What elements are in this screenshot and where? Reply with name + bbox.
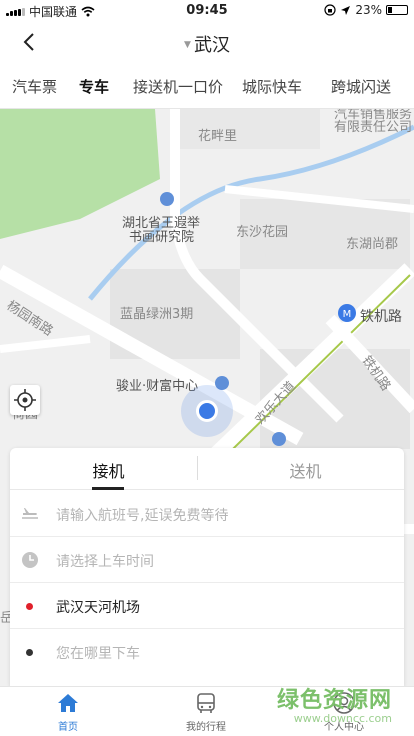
locate-button[interactable] (10, 385, 40, 415)
map-label: 有限责任公司 (334, 120, 413, 135)
status-right: 23% (324, 3, 408, 17)
page-title: 武汉 (193, 35, 230, 56)
map-label: 书画研究院 (129, 230, 195, 245)
location-arrow-icon (341, 5, 351, 15)
battery-percent: 23% (355, 3, 382, 17)
origin-field[interactable]: 武汉天河机场 (10, 583, 404, 629)
nav-home-label: 首页 (58, 722, 78, 733)
destination-field[interactable]: 您在哪里下车 (10, 629, 404, 675)
current-location-marker (181, 385, 233, 437)
red-dot-icon (26, 603, 33, 610)
tab-airport-transfer[interactable]: 接送机一口价 (133, 76, 223, 97)
active-segment-indicator (92, 487, 124, 490)
destination-placeholder: 您在哪里下车 (56, 646, 140, 662)
service-tabs: 汽车票 专车 接送机一口价 城际快车 跨城闪送 (0, 65, 414, 109)
pickup-dropoff-switch: 接机 送机 (10, 448, 404, 490)
status-bar: 中国联通 09:45 23% (0, 0, 414, 20)
nav-my-trips[interactable]: 我的行程 (166, 691, 246, 733)
city-selector[interactable]: ▼ 武汉 (0, 31, 414, 57)
nav-home[interactable]: 首页 (28, 691, 108, 733)
crosshair-icon (14, 389, 36, 411)
map-label: 花畔里 (198, 129, 238, 144)
bus-icon (197, 693, 215, 713)
booking-panel: 接机 送机 请输入航班号,延误免费等待 请选择上车时间 武汉天河机场 您在哪里下… (10, 448, 404, 686)
pickup-time-placeholder: 请选择上车时间 (56, 554, 154, 570)
flight-number-field[interactable]: 请输入航班号,延误免费等待 (10, 491, 404, 537)
segment-divider (197, 456, 198, 480)
watermark-text: 绿色资源网 (276, 688, 392, 713)
svg-text:M: M (343, 309, 352, 320)
segment-dropoff[interactable]: 送机 (207, 458, 404, 482)
nav-my-trips-label: 我的行程 (186, 722, 226, 733)
map-label: 铁机路 (360, 309, 402, 325)
map-label: 蓝晶绿洲3期 (120, 307, 194, 322)
caret-down-icon: ▼ (184, 40, 191, 50)
pickup-time-field[interactable]: 请选择上车时间 (10, 537, 404, 583)
map-label: 东沙花园 (236, 225, 289, 240)
watermark-url: www.downcc.com (293, 712, 392, 725)
origin-value: 武汉天河机场 (56, 600, 140, 616)
battery-icon (386, 5, 408, 15)
orientation-lock-icon (324, 4, 336, 16)
tab-cross-city-delivery[interactable]: 跨城闪送 (331, 76, 391, 97)
flight-number-placeholder: 请输入航班号,延误免费等待 (56, 508, 229, 524)
nav-bar: ▼ 武汉 (0, 20, 414, 65)
tab-private-car[interactable]: 专车 (79, 76, 109, 97)
black-dot-icon (26, 649, 33, 656)
home-icon (58, 694, 78, 712)
clock-icon (22, 552, 38, 568)
tab-bus-ticket[interactable]: 汽车票 (12, 76, 57, 97)
map-label: 骏业·财富中心 (116, 379, 199, 394)
segment-pickup[interactable]: 接机 (10, 458, 207, 482)
tab-intercity-express[interactable]: 城际快车 (242, 76, 302, 97)
airplane-icon (22, 508, 38, 519)
watermark: 绿色资源网 www.downcc.com (277, 682, 392, 725)
map-label: 东湖尚郡 (346, 237, 399, 252)
